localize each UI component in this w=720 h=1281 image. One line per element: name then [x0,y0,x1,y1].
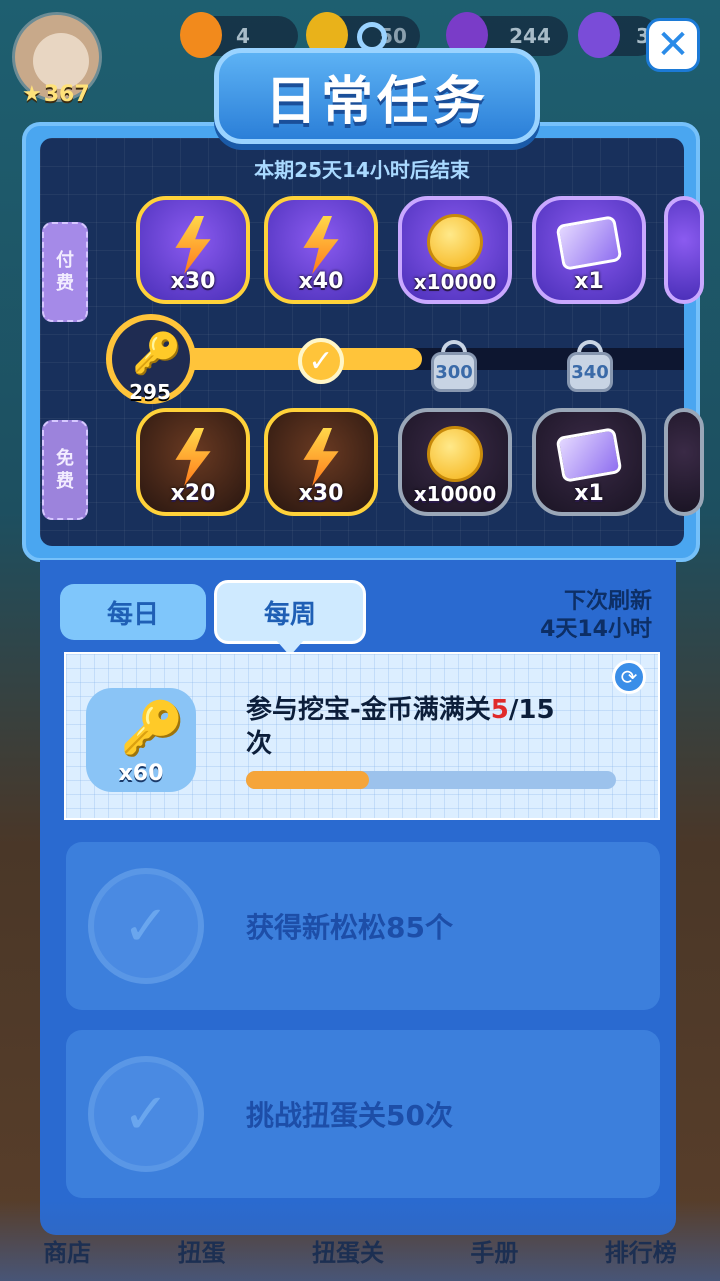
reward-qty: x1 [574,481,604,506]
energy-bolt-icon [303,428,339,486]
free-reward-1[interactable]: x20 [136,408,250,516]
season-countdown: 本期25天14小时后结束 [254,158,470,182]
paid-reward-5-partial[interactable] [664,196,704,304]
task-current-count: 5 [490,695,509,725]
reward-qty: x10000 [413,482,497,506]
progress-track-fill [160,348,422,370]
level-value: 367 [43,82,90,107]
task-reward: 🔑 x60 [86,688,196,792]
ticket-card-icon [555,427,623,483]
player-level: ★ 367 [22,82,90,107]
key-icon: 🔑 [120,699,185,759]
free-reward-2[interactable]: x30 [264,408,378,516]
task-card-completed: ✓ 获得新松松85个 [66,842,660,1010]
key-icon: 🔑 [132,331,182,377]
tab-daily-label: 每日 [106,599,159,630]
star-icon: ★ [22,82,42,107]
paid-reward-3[interactable]: x10000 [398,196,512,304]
reward-qty: x30 [298,481,344,506]
check-badge-icon: ✓ [88,1056,204,1172]
task-description: 挑战扭蛋关50次 [246,1099,453,1132]
mouse-coin-icon [427,426,483,482]
lock-icon: 340 [571,361,609,383]
free-reward-4[interactable]: x1 [532,408,646,516]
paid-reward-4[interactable]: x1 [532,196,646,304]
paid-reward-2[interactable]: x40 [264,196,378,304]
energy-bolt-icon [175,216,211,274]
milestone-claimed: ✓ [298,338,344,384]
nav-gacha[interactable]: 扭蛋 [178,1233,226,1268]
mouse-coin-icon [427,214,483,270]
check-icon: ✓ [308,343,334,379]
energy-bolt-icon [303,216,339,274]
page-title: 日常任务 [264,71,489,132]
gem-value: 244 [509,24,551,48]
tab-weekly[interactable]: 每周 [214,580,366,644]
task-description: 获得新松松85个 [246,911,453,944]
nav-handbook[interactable]: 手册 [470,1233,518,1268]
task-total-count: /15 [508,695,555,725]
nav-leaderboard[interactable]: 排行榜 [605,1233,677,1268]
refresh-timer: 下次刷新 4天14小时 [540,589,652,642]
check-badge-icon: ✓ [88,868,204,984]
crown-icon [578,12,620,58]
task-description: 参与挖宝-金币满满关5/15 次 [246,695,555,759]
paid-reward-1[interactable]: x30 [136,196,250,304]
reward-qty: x40 [298,269,344,294]
close-button[interactable]: ✕ [646,18,700,72]
free-reward-5-partial[interactable] [664,408,704,516]
hamster-face [33,33,89,89]
reward-qty: x30 [170,269,216,294]
nav-shop[interactable]: 商店 [43,1233,91,1268]
paid-track-label: 付费 [42,222,88,322]
title-plate: 日常任务 [214,48,540,144]
task-refresh-button[interactable]: ⟳ [612,660,646,694]
energy-icon [180,12,222,58]
free-track-label: 免费 [42,420,88,520]
milestone-340-lock: 340 [567,352,613,392]
close-icon: ✕ [656,22,690,68]
reward-qty: x10000 [413,270,497,294]
current-keys-value: 295 [129,380,171,404]
lock-icon: 300 [435,361,473,383]
tab-weekly-label: 每周 [263,599,316,630]
bottom-nav: 商店 扭蛋 扭蛋关 手册 排行榜 [0,1220,720,1281]
energy-value: 4 [236,24,250,48]
nav-gacha-level[interactable]: 扭蛋关 [312,1233,384,1268]
task-card-completed: ✓ 挑战扭蛋关50次 [66,1030,660,1198]
tab-daily[interactable]: 每日 [60,584,206,640]
reward-qty: x1 [574,269,604,294]
energy-bolt-icon [175,428,211,486]
reward-qty: x20 [170,481,216,506]
refresh-icon: ⟳ [620,665,638,689]
task-progress-fill [246,771,369,789]
task-reward-qty: x60 [118,761,164,786]
milestone-300-lock: 300 [431,352,477,392]
ticket-card-icon [555,215,623,271]
free-reward-3[interactable]: x10000 [398,408,512,516]
